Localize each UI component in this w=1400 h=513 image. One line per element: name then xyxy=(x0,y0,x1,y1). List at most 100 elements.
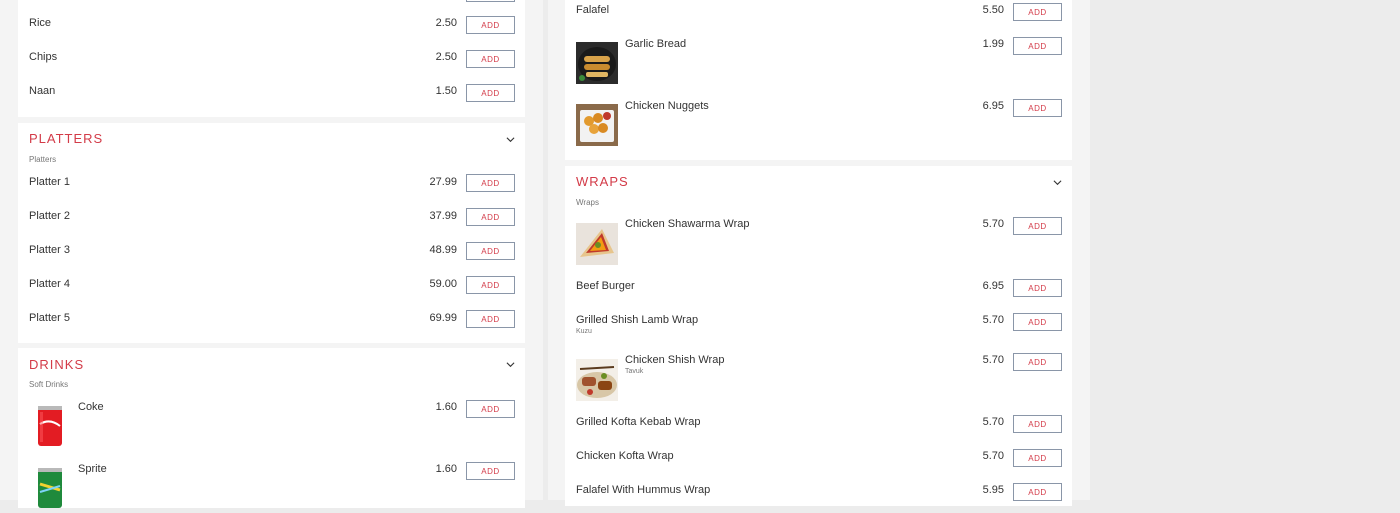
subcategory-label: Wraps xyxy=(576,198,599,207)
item-subtitle: Tavuk xyxy=(625,368,644,375)
add-button[interactable]: Add xyxy=(466,462,515,480)
item-name: Grilled Shish Lamb Wrap xyxy=(576,314,699,326)
item-name: Grilled Kofta Kebab Wrap xyxy=(576,416,701,428)
add-button[interactable]: Add xyxy=(466,174,515,192)
add-button[interactable]: Add xyxy=(1013,3,1062,21)
item-price: 5.70 xyxy=(982,416,1004,428)
add-button[interactable]: Add xyxy=(466,50,515,68)
menu-item[interactable]: Chips 2.50 Add xyxy=(18,50,525,71)
item-price: 5.70 xyxy=(982,354,1004,366)
platters-card: Platters Platters Platter 1 27.99 Add Pl… xyxy=(18,123,525,343)
drinks-section-header[interactable]: Drinks xyxy=(18,348,525,378)
item-price: 2.50 xyxy=(435,51,457,63)
menu-item[interactable]: Grilled Kofta Kebab Wrap 5.70 Add xyxy=(565,415,1072,436)
item-price: 6.95 xyxy=(982,100,1004,112)
menu-item[interactable]: Chicken Shawarma Wrap 5.70 Add xyxy=(565,217,1072,268)
item-price: 48.99 xyxy=(429,244,457,256)
chicken-shawarma-wrap-image xyxy=(576,223,618,265)
item-name: Falafel With Hummus Wrap xyxy=(576,484,711,496)
item-price: 5.95 xyxy=(982,484,1004,496)
menu-item[interactable]: Naan 1.50 Add xyxy=(18,84,525,105)
menu-item[interactable]: Grilled Shish Lamb Wrap Kuzu 5.70 Add xyxy=(565,313,1072,340)
add-button[interactable]: Add xyxy=(1013,449,1062,467)
drinks-card: Drinks Soft Drinks Coke 1.60 Add xyxy=(18,348,525,508)
add-button[interactable]: Add xyxy=(466,0,515,2)
coke-can-image xyxy=(29,404,71,446)
item-price: 5.50 xyxy=(982,4,1004,16)
add-button[interactable]: Add xyxy=(466,400,515,418)
menu-item[interactable]: Chicken Kofta Wrap 5.70 Add xyxy=(565,449,1072,470)
add-button[interactable]: Add xyxy=(466,276,515,294)
item-price: 5.70 xyxy=(982,314,1004,326)
item-name: Chicken Shawarma Wrap xyxy=(625,218,750,230)
item-name: Sprite xyxy=(78,463,107,475)
item-name: Chips xyxy=(29,51,58,63)
menu-item[interactable]: Sprite 1.60 Add xyxy=(18,462,525,513)
menu-item[interactable]: Rice 2.50 Add xyxy=(18,16,525,37)
add-button[interactable]: Add xyxy=(466,242,515,260)
add-button[interactable]: Add xyxy=(1013,415,1062,433)
add-button[interactable]: Add xyxy=(1013,99,1062,117)
item-name: Beef Burger xyxy=(576,280,635,292)
wraps-card: Wraps Wraps Chicken Shawarma Wrap 5.70 A… xyxy=(565,166,1072,506)
wraps-section-header[interactable]: Wraps xyxy=(565,166,1072,196)
item-price: 1.60 xyxy=(435,463,457,475)
menu-item[interactable]: Chicken Nuggets 6.95 Add xyxy=(565,99,1072,150)
add-button[interactable]: Add xyxy=(466,208,515,226)
item-name: Coke xyxy=(78,401,104,413)
item-price: 1.60 xyxy=(435,401,457,413)
item-name: Chicken Shish Wrap xyxy=(625,354,725,366)
chicken-shish-wrap-image xyxy=(576,359,618,401)
item-price: 6.95 xyxy=(982,280,1004,292)
menu-item[interactable]: Platter 4 59.00 Add xyxy=(18,276,525,298)
item-name: Platter 5 xyxy=(29,312,70,324)
add-button[interactable]: Add xyxy=(466,16,515,34)
subcategory-label: Soft Drinks xyxy=(29,380,69,389)
item-price: 5.70 xyxy=(982,218,1004,230)
menu-item[interactable]: Platter 1 27.99 Add xyxy=(18,174,525,196)
sprite-can-image xyxy=(29,466,71,508)
section-title: Platters xyxy=(29,131,104,146)
item-price: 2.50 xyxy=(435,17,457,29)
menu-item[interactable]: Platter 5 69.99 Add xyxy=(18,310,525,332)
add-button[interactable]: Add xyxy=(1013,217,1062,235)
item-name: Platter 4 xyxy=(29,278,70,290)
menu-item[interactable]: Platter 2 37.99 Add xyxy=(18,208,525,230)
add-button[interactable]: Add xyxy=(1013,483,1062,501)
chevron-down-icon xyxy=(506,137,515,143)
menu-item[interactable]: Beef Burger 6.95 Add xyxy=(565,279,1072,300)
item-price: 1.99 xyxy=(982,38,1004,50)
chicken-nuggets-image xyxy=(576,104,618,146)
sides-card: Falafel 5.50 Add Garlic Bread 1.99 Add xyxy=(565,0,1072,160)
item-name: Falafel xyxy=(576,4,610,16)
item-subtitle: Kuzu xyxy=(576,328,592,335)
chevron-down-icon xyxy=(1053,180,1062,186)
item-price: 69.99 xyxy=(429,312,457,324)
item-name: Platter 1 xyxy=(29,176,70,188)
menu-item[interactable]: Chicken Shish Wrap Tavuk 5.70 Add xyxy=(565,353,1072,404)
menu-item[interactable]: Garlic Bread 1.99 Add xyxy=(565,37,1072,88)
menu-item[interactable]: Coke 1.60 Add xyxy=(18,400,525,451)
add-button[interactable]: Add xyxy=(1013,37,1062,55)
add-button[interactable]: Add xyxy=(1013,353,1062,371)
item-name: Rice xyxy=(29,17,52,29)
item-price: 59.00 xyxy=(429,278,457,290)
add-button[interactable]: Add xyxy=(1013,279,1062,297)
item-name: Garlic Bread xyxy=(625,38,687,50)
menu-item[interactable]: Falafel 5.50 Add xyxy=(565,3,1072,24)
item-price: 5.70 xyxy=(982,450,1004,462)
platters-section-header[interactable]: Platters xyxy=(18,123,525,153)
subcategory-label: Platters xyxy=(29,155,57,164)
item-name: Naan xyxy=(29,85,56,97)
item-price: 37.99 xyxy=(429,210,457,222)
menu-item[interactable]: Falafel With Hummus Wrap 5.95 Add xyxy=(565,483,1072,504)
add-button[interactable]: Add xyxy=(466,84,515,102)
item-name: Platter 3 xyxy=(29,244,70,256)
item-name: Chicken Kofta Wrap xyxy=(576,450,674,462)
add-button[interactable]: Add xyxy=(466,310,515,328)
menu-item[interactable]: Platter 3 48.99 Add xyxy=(18,242,525,264)
item-price: 1.50 xyxy=(435,85,457,97)
item-name: Platter 2 xyxy=(29,210,70,222)
add-button[interactable]: Add xyxy=(1013,313,1062,331)
section-title: Drinks xyxy=(29,357,85,372)
